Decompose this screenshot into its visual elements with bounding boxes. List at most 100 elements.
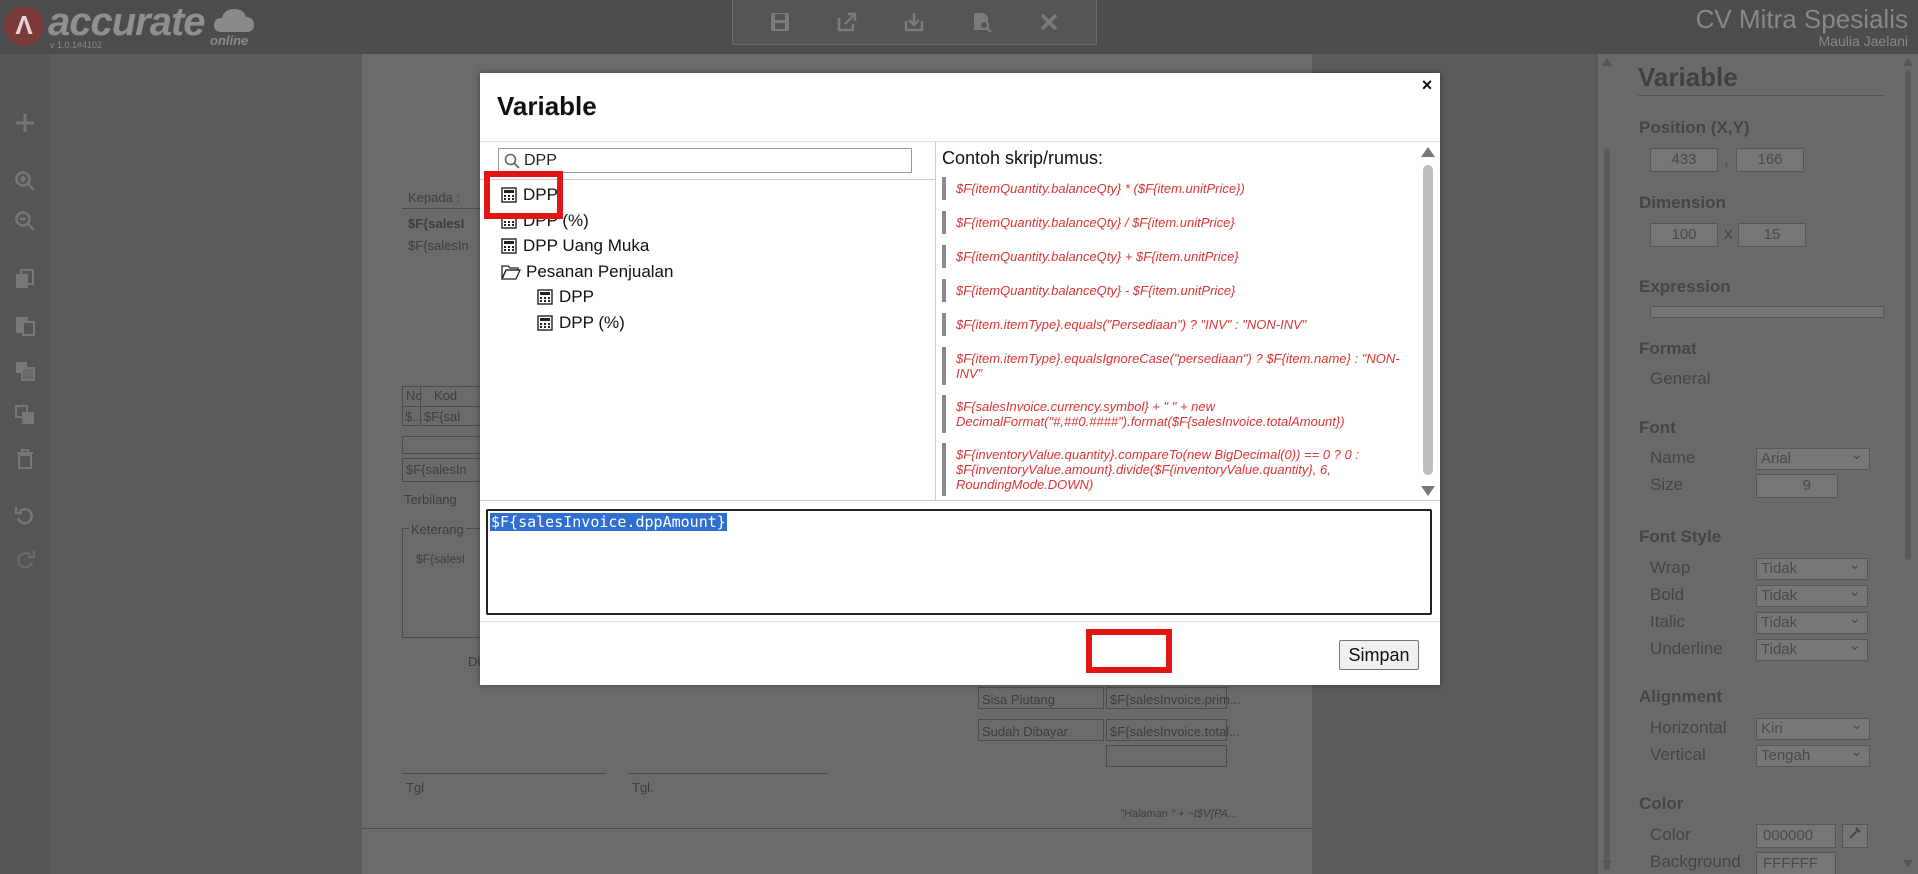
- company-info: CV Mitra Spesialis Maulia Jaelani: [1696, 4, 1908, 49]
- dialog-close-button[interactable]: ×: [1417, 75, 1437, 99]
- designer-toolbar: [732, 0, 1097, 45]
- tree-item[interactable]: DPP (%): [537, 311, 625, 335]
- zoom-in-icon[interactable]: [8, 164, 42, 198]
- search-input[interactable]: [524, 151, 904, 171]
- dimension-width-input[interactable]: 100: [1650, 223, 1718, 247]
- example-formula[interactable]: $F{inventoryValue.quantity}.compareTo(ne…: [942, 443, 1408, 496]
- left-tool-bar: [0, 54, 50, 874]
- color-picker-icon[interactable]: [1842, 824, 1868, 848]
- italic-label: Italic: [1650, 612, 1685, 631]
- format-value[interactable]: General: [1650, 369, 1710, 389]
- dimension-height-input[interactable]: 15: [1738, 223, 1806, 247]
- bring-front-icon[interactable]: [8, 354, 42, 388]
- examples-title: Contoh skrip/rumus:: [942, 148, 1104, 168]
- redo-icon[interactable]: [8, 543, 42, 577]
- example-formula[interactable]: $F{salesInvoice.currency.symbol} + " " +…: [942, 395, 1408, 433]
- save-icon[interactable]: [760, 2, 800, 42]
- italic-select[interactable]: Tidak: [1756, 609, 1868, 634]
- close-icon[interactable]: [1029, 2, 1069, 42]
- paper-di-label: Di: [468, 654, 481, 669]
- company-name: CV Mitra Spesialis: [1695, 4, 1908, 34]
- paste-icon[interactable]: [8, 308, 42, 342]
- divider: [480, 621, 1440, 622]
- dialog-title: Variable: [497, 91, 597, 121]
- panel-scrollbar-left[interactable]: [1601, 58, 1613, 870]
- format-label: Format: [1639, 339, 1697, 358]
- paper-field[interactable]: $F{salesInvoice.prim...: [1110, 692, 1241, 707]
- example-formula[interactable]: $F{itemQuantity.balanceQty} * ($F{item.u…: [942, 177, 1408, 200]
- vertical-label: Vertical: [1650, 745, 1706, 764]
- font-size-input[interactable]: 9: [1756, 474, 1838, 498]
- copy-icon[interactable]: [8, 262, 42, 296]
- folder-open-icon: [501, 265, 521, 280]
- expression-text[interactable]: $F{salesInvoice.dppAmount}: [490, 513, 727, 531]
- color-input[interactable]: 000000: [1756, 824, 1836, 848]
- expression-input[interactable]: [1650, 306, 1884, 318]
- send-back-icon[interactable]: [8, 398, 42, 432]
- example-formula[interactable]: $F{item.itemType}.equals("Persediaan") ?…: [942, 313, 1408, 336]
- font-name-select[interactable]: Arial: [1756, 445, 1870, 470]
- horizontal-label: Horizontal: [1650, 718, 1727, 737]
- save-button[interactable]: Simpan: [1339, 640, 1419, 670]
- tree-item[interactable]: DPP: [537, 285, 594, 309]
- user-name: Maulia Jaelani: [1818, 33, 1909, 49]
- search-box[interactable]: [498, 148, 912, 173]
- tree-item-label: DPP: [559, 287, 594, 306]
- tree-item[interactable]: DPP Uang Muka: [501, 234, 649, 258]
- example-formula[interactable]: $F{itemQuantity.balanceQty} + $F{item.un…: [942, 245, 1408, 268]
- paper-keterangan-box: [402, 528, 482, 638]
- paper-page-number[interactable]: "Halaman " + ~t$V{PA...: [1120, 808, 1237, 820]
- paper-col-no: Nc: [406, 388, 422, 403]
- scroll-down-icon[interactable]: [1421, 486, 1435, 496]
- example-formula[interactable]: $F{item.itemType}.equalsIgnoreCase("pers…: [942, 347, 1408, 385]
- paper-cell[interactable]: $F{sal: [424, 409, 460, 424]
- font-style-label: Font Style: [1639, 527, 1722, 546]
- alignment-label: Alignment: [1639, 687, 1723, 706]
- paper-kepada-label: Kepada :: [408, 190, 461, 205]
- color-section-label: Color: [1639, 794, 1684, 813]
- paper-tgl-label: Tgl.: [632, 780, 654, 795]
- calculator-icon: [501, 238, 517, 254]
- dimension-label: Dimension: [1639, 193, 1726, 212]
- preview-icon[interactable]: [962, 2, 1002, 42]
- underline-select[interactable]: Tidak: [1756, 636, 1868, 661]
- add-icon[interactable]: [8, 106, 42, 140]
- paper-field[interactable]: $F{salesI: [408, 216, 464, 231]
- paper-field[interactable]: $F{salesIn: [408, 238, 469, 253]
- position-separator: ,: [1724, 150, 1729, 169]
- paper-keterangan-label: Keterang: [409, 522, 466, 537]
- paper-field[interactable]: $F{salesl: [416, 552, 465, 566]
- undo-icon[interactable]: [8, 499, 42, 533]
- dimension-separator: x: [1724, 224, 1733, 243]
- horizontal-align-select[interactable]: Kiri: [1756, 715, 1870, 740]
- scroll-up-icon[interactable]: [1421, 147, 1435, 157]
- paper-sisa-piutang-label: Sisa Piutang: [982, 692, 1055, 707]
- paper-tgl-label: Tgl: [406, 780, 425, 795]
- examples-scrollbar-thumb[interactable]: [1423, 165, 1433, 475]
- background-input[interactable]: FFFFFF: [1756, 852, 1836, 874]
- expression-textarea[interactable]: $F{salesInvoice.dppAmount}: [486, 509, 1432, 615]
- delete-icon[interactable]: [8, 442, 42, 476]
- logo-text: accurate: [48, 0, 206, 44]
- position-x-input[interactable]: 433: [1650, 148, 1718, 172]
- position-y-input[interactable]: 166: [1736, 148, 1804, 172]
- wrap-select[interactable]: Tidak: [1756, 555, 1868, 580]
- tree-folder[interactable]: Pesanan Penjualan: [501, 260, 673, 284]
- example-formula[interactable]: $F{itemQuantity.balanceQty} / $F{item.un…: [942, 211, 1408, 234]
- paper-cell[interactable]: $...: [405, 409, 423, 424]
- app-logo: Λ accurate online v 1.0.1#4102: [2, 0, 262, 52]
- variable-dialog: Variable × DPP DPP (%) DPP Uang Muka Pesana…: [480, 73, 1440, 685]
- vertical-align-select[interactable]: Tengah: [1756, 742, 1870, 767]
- example-formula[interactable]: $F{itemQuantity.balanceQty} - $F{item.un…: [942, 279, 1408, 302]
- properties-panel: Variable Position (X,Y) 433 , 166 Dimens…: [1598, 54, 1918, 874]
- zoom-out-icon[interactable]: [8, 204, 42, 238]
- panel-scrollbar-right[interactable]: [1902, 58, 1914, 870]
- tree-item-label: DPP Uang Muka: [523, 236, 650, 255]
- logo-online-text: online: [210, 33, 249, 48]
- import-icon[interactable]: [894, 2, 934, 42]
- bold-select[interactable]: Tidak: [1756, 582, 1868, 607]
- paper-field[interactable]: $F{salesInvoice.total...: [1110, 724, 1240, 739]
- font-size-label: Size: [1650, 475, 1684, 494]
- paper-field[interactable]: $F{salesIn: [406, 462, 467, 477]
- export-icon[interactable]: [827, 2, 867, 42]
